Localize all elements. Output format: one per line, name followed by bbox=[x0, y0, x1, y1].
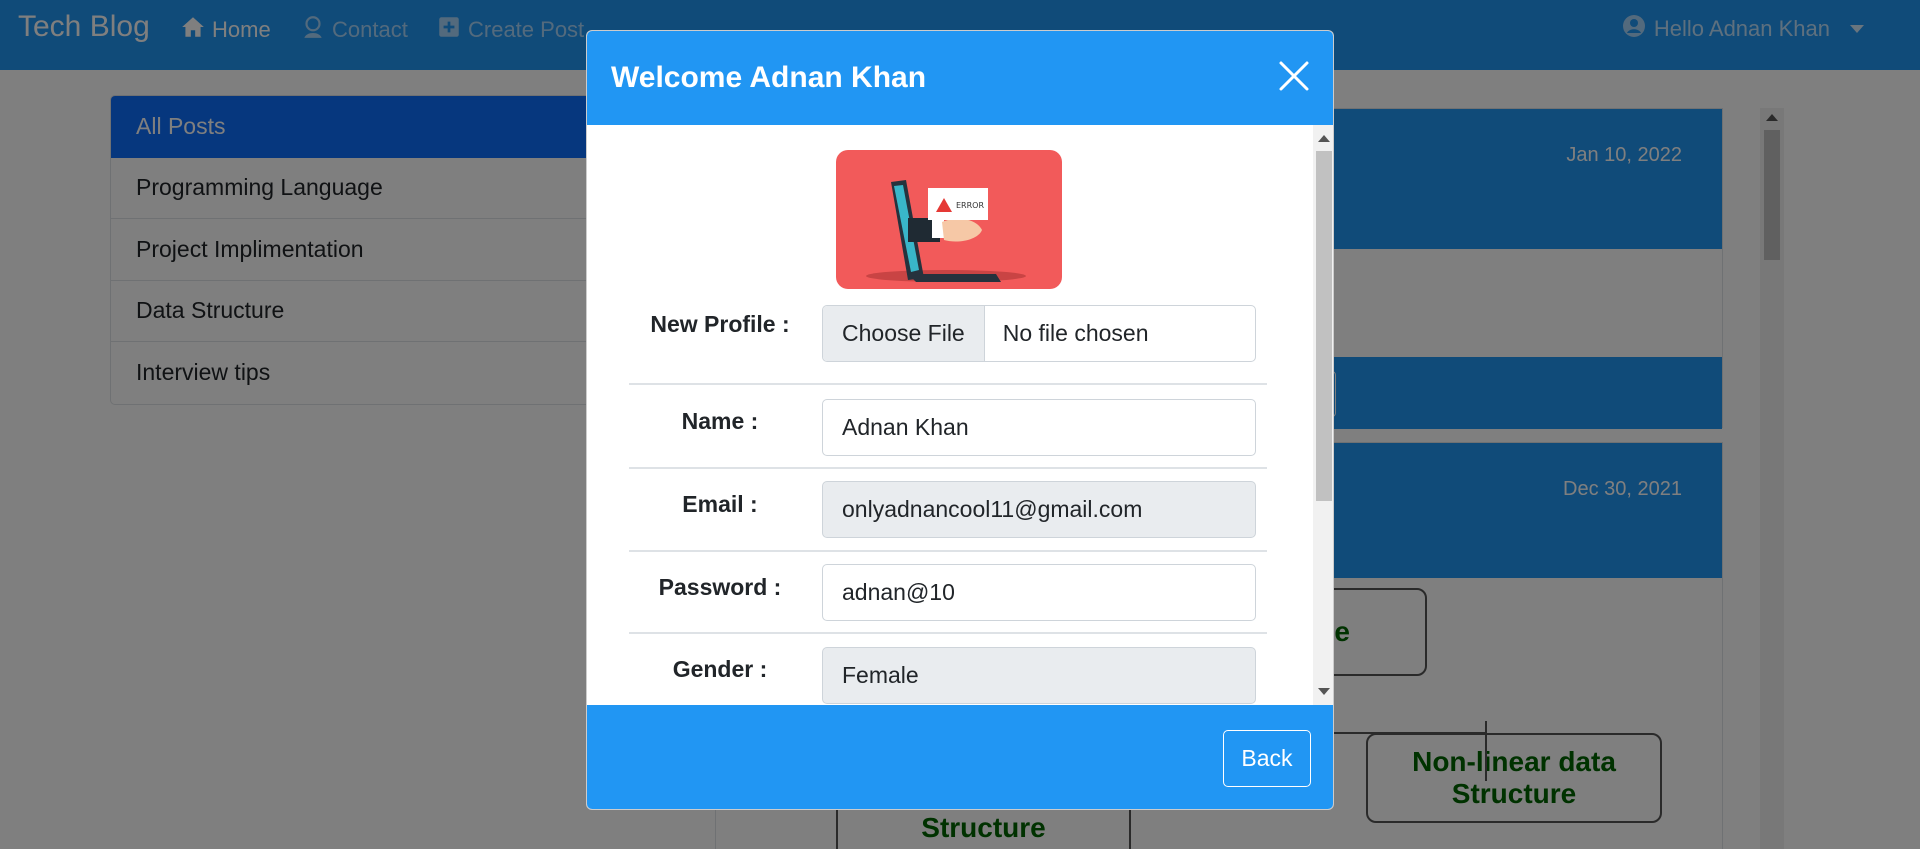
modal-header: Welcome Adnan Khan bbox=[587, 31, 1333, 125]
profile-modal: Welcome Adnan Khan ERROR New Profile: C… bbox=[586, 30, 1334, 810]
close-button[interactable] bbox=[1277, 59, 1311, 93]
profile-file-input[interactable]: Choose File No file chosen bbox=[822, 305, 1256, 362]
password-input[interactable]: adnan@10 bbox=[822, 564, 1256, 621]
back-button[interactable]: Back bbox=[1223, 730, 1311, 787]
form-row-name: Name : Adnan Khan bbox=[629, 387, 1267, 469]
modal-body: ERROR New Profile : Choose File No file … bbox=[587, 125, 1333, 705]
scroll-up-icon[interactable] bbox=[1318, 135, 1330, 142]
profile-image: ERROR bbox=[836, 150, 1062, 289]
scroll-down-icon[interactable] bbox=[1318, 688, 1330, 695]
form-row-email: Email : onlyadnancool11@gmail.com bbox=[629, 469, 1267, 552]
close-icon bbox=[1279, 61, 1309, 91]
form-row-profile: New Profile : Choose File No file chosen bbox=[629, 305, 1267, 385]
modal-title: Welcome Adnan Khan bbox=[611, 61, 927, 94]
field-label: New Profile : bbox=[650, 311, 790, 337]
name-input[interactable]: Adnan Khan bbox=[822, 399, 1256, 456]
choose-file-button[interactable]: Choose File bbox=[823, 306, 985, 361]
field-label: Gender : bbox=[672, 656, 768, 682]
form-row-gender: Gender : Female bbox=[629, 634, 1267, 705]
field-label: Password : bbox=[658, 574, 782, 600]
email-input[interactable]: onlyadnancool11@gmail.com bbox=[822, 481, 1256, 538]
gender-input[interactable]: Female bbox=[822, 647, 1256, 704]
field-label: Name : bbox=[681, 408, 759, 434]
field-label: Email : bbox=[682, 491, 758, 517]
modal-scrollbar[interactable] bbox=[1313, 125, 1333, 705]
error-image-text: ERROR bbox=[956, 201, 984, 210]
form-row-password: Password : adnan@10 bbox=[629, 552, 1267, 634]
file-name-text: No file chosen bbox=[1002, 320, 1149, 346]
modal-footer: Back bbox=[587, 705, 1333, 809]
scrollbar-thumb[interactable] bbox=[1316, 151, 1332, 501]
